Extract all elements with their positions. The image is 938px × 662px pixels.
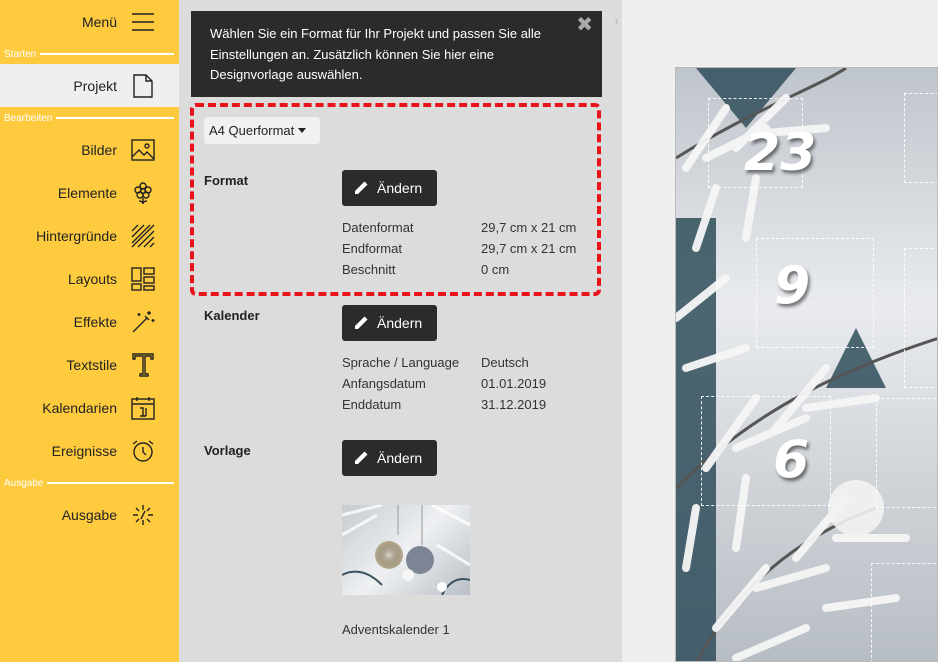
calendar-change-label: Ändern: [377, 315, 423, 331]
sidebar-item-label: Projekt: [73, 77, 117, 94]
sidebar-item-ausgabe[interactable]: Ausgabe: [0, 493, 179, 536]
project-panel: Wählen Sie ein Format für Ihr Projekt un…: [179, 0, 613, 662]
menu-button[interactable]: Menü: [0, 0, 179, 43]
layout-grid-icon: [131, 266, 155, 291]
design-canvas[interactable]: 23 9 6: [675, 67, 938, 662]
sidebar-item-label: Hintergründe: [36, 227, 117, 244]
format-change-label: Ändern: [377, 180, 423, 196]
sidebar-item-label: Effekte: [73, 313, 117, 330]
calendar-door[interactable]: [904, 248, 937, 388]
section-edit: Bearbeiten: [0, 112, 179, 124]
sidebar-item-hintergruende[interactable]: Hintergründe: [0, 214, 179, 257]
detail-row: Sprache / Language Deutsch: [342, 355, 529, 370]
sidebar-item-ereignisse[interactable]: Ereignisse: [0, 429, 179, 472]
sidebar-item-label: Elemente: [57, 184, 117, 201]
image-icon: [131, 138, 155, 162]
sidebar-item-layouts[interactable]: Layouts: [0, 257, 179, 300]
flower-icon: [131, 181, 155, 205]
calendar-icon: [131, 396, 155, 420]
door-number: 23: [744, 123, 817, 183]
info-tip: Wählen Sie ein Format für Ihr Projekt un…: [191, 11, 602, 97]
door-number: 9: [774, 256, 811, 316]
sidebar-item-label: Layouts: [67, 270, 117, 287]
door-number: 6: [773, 430, 810, 490]
sidebar-item-textstile[interactable]: Textstile: [0, 343, 179, 386]
format-title: Format: [204, 173, 249, 188]
hamburger-icon: [131, 10, 155, 34]
close-icon[interactable]: ✖: [576, 15, 593, 36]
format-dropdown-value: A4 Querformat: [209, 123, 295, 138]
sidebar-item-effekte[interactable]: Effekte: [0, 300, 179, 343]
format-change-button[interactable]: Ändern: [342, 170, 437, 206]
calendar-details: Sprache / Language Deutsch Anfangsdatum 01…: [342, 352, 546, 415]
canvas-area: 23 9 6: [622, 0, 938, 662]
detail-row: Datenformat 29,7 cm x 21 cm: [342, 220, 577, 235]
panel-splitter[interactable]: ‹: [613, 0, 622, 662]
pencil-icon: [355, 451, 368, 464]
template-change-button[interactable]: Ändern: [342, 440, 437, 476]
calendar-door[interactable]: [701, 396, 831, 506]
page-icon: [131, 73, 155, 98]
template-caption: Adventskalender 1: [342, 622, 450, 637]
calendar-door[interactable]: [904, 93, 937, 183]
sparkle-output-icon: [131, 503, 155, 527]
detail-row: Enddatum 31.12.2019: [342, 397, 547, 412]
sidebar-item-projekt[interactable]: Projekt: [0, 64, 179, 107]
collapse-left-icon[interactable]: ‹: [615, 16, 618, 27]
sidebar-item-label: Textstile: [66, 356, 117, 373]
sidebar-item-label: Ereignisse: [51, 442, 117, 459]
magic-wand-icon: [131, 310, 155, 334]
format-dropdown[interactable]: A4 Querformat: [204, 117, 320, 144]
template-thumbnail[interactable]: [342, 505, 470, 595]
info-tip-text: Wählen Sie ein Format für Ihr Projekt un…: [210, 26, 541, 82]
sidebar: Menü Starten Projekt Bearbeiten Bilder E…: [0, 0, 179, 662]
detail-row: Anfangsdatum 01.01.2019: [342, 376, 547, 391]
sidebar-item-elemente[interactable]: Elemente: [0, 171, 179, 214]
alarm-clock-icon: [131, 439, 155, 463]
detail-row: Endformat 29,7 cm x 21 cm: [342, 241, 577, 256]
section-output: Ausgabe: [0, 477, 179, 489]
calendar-door[interactable]: [871, 563, 937, 661]
hatch-pattern-icon: [131, 224, 155, 248]
sidebar-item-label: Bilder: [81, 141, 117, 158]
template-title: Vorlage: [204, 443, 251, 458]
calendar-door[interactable]: [876, 398, 937, 508]
sidebar-item-bilder[interactable]: Bilder: [0, 128, 179, 171]
sidebar-item-label: Kalendarien: [42, 399, 117, 416]
detail-row: Beschnitt 0 cm: [342, 262, 510, 277]
sidebar-item-kalendarien[interactable]: Kalendarien: [0, 386, 179, 429]
format-details: Datenformat 29,7 cm x 21 cm Endformat 29,7…: [342, 217, 576, 280]
menu-label: Menü: [81, 13, 117, 30]
caret-down-icon: [298, 128, 307, 133]
text-t-icon: [131, 352, 155, 377]
calendar-title: Kalender: [204, 308, 260, 323]
pencil-icon: [355, 181, 368, 194]
pencil-icon: [355, 316, 368, 329]
calendar-change-button[interactable]: Ändern: [342, 305, 437, 341]
section-start: Starten: [0, 48, 179, 60]
template-change-label: Ändern: [377, 450, 423, 466]
sidebar-item-label: Ausgabe: [61, 506, 117, 523]
